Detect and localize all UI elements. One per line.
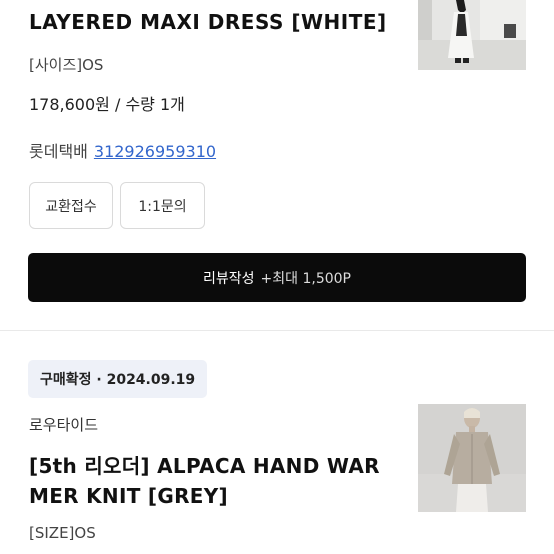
brand-name[interactable]: 로우타이드 [29, 414, 98, 435]
product-thumbnail[interactable] [418, 404, 526, 512]
section-divider [0, 330, 554, 331]
price-quantity: 178,600원 / 수량 1개 [29, 95, 185, 114]
review-bonus-label: +최대 1,500P [260, 270, 351, 287]
product-thumbnail[interactable] [418, 0, 526, 70]
exchange-button[interactable]: 교환접수 [29, 182, 113, 229]
tracking-number-link[interactable]: 312926959310 [94, 142, 216, 161]
review-button-label: 리뷰작성 [203, 270, 255, 287]
shipping-info: 롯데택배 312926959310 [29, 138, 216, 162]
inquiry-button[interactable]: 1:1문의 [120, 182, 205, 229]
product-name[interactable]: [5th 리오더] ALPACA HAND WAR MER KNIT [GREY… [29, 451, 399, 511]
write-review-button[interactable]: 리뷰작성 +최대 1,500P [28, 253, 526, 302]
product-size: [SIZE]OS [29, 524, 96, 542]
courier-name: 롯데택배 [29, 142, 88, 161]
product-name[interactable]: LAYERED MAXI DRESS [WHITE] [29, 10, 387, 34]
status-badge: 구매확정 · 2024.09.19 [28, 360, 208, 398]
product-size: [사이즈]OS [29, 56, 104, 74]
